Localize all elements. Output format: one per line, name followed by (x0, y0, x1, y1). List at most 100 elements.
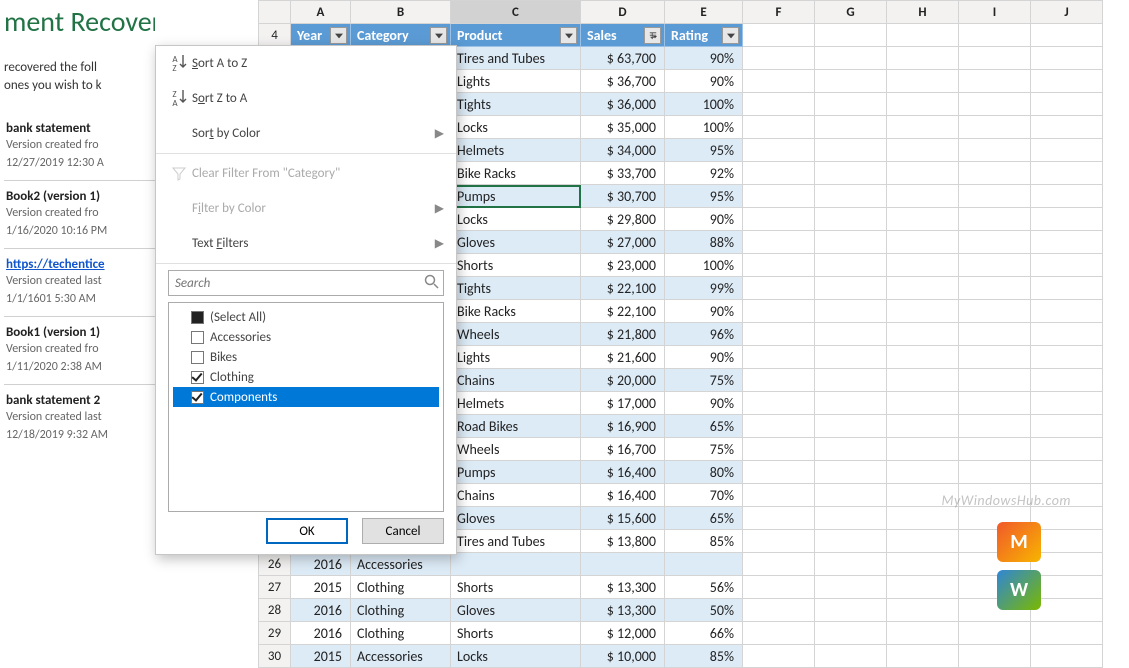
cell-category[interactable]: Clothing (351, 622, 451, 645)
cell-rating[interactable]: 65% (665, 415, 743, 438)
filter-option[interactable]: Components (173, 387, 439, 407)
sort-by-color[interactable]: Sort by Color ▶ (156, 116, 456, 151)
column-header-G[interactable]: G (815, 1, 887, 24)
cell-sales[interactable]: $ 13,300 (581, 576, 665, 599)
cell-rating[interactable]: 65% (665, 507, 743, 530)
sort-a-to-z[interactable]: AZ Sort A to Z (156, 46, 456, 81)
recovery-item[interactable]: Book2 (version 1)Version created fro1/16… (4, 180, 155, 248)
cell-sales[interactable]: $ 16,700 (581, 438, 665, 461)
column-header-J[interactable]: J (1031, 1, 1103, 24)
cell-sales[interactable]: $ 30,700 (581, 185, 665, 208)
cell-rating[interactable]: 75% (665, 438, 743, 461)
column-header-B[interactable]: B (351, 1, 451, 24)
cell-year[interactable]: 2015 (291, 576, 351, 599)
recovery-item[interactable]: bank statementVersion created fro12/27/2… (4, 113, 155, 180)
cell-product[interactable]: Wheels (451, 323, 581, 346)
cell-rating[interactable]: 99% (665, 277, 743, 300)
filter-button-rating[interactable] (722, 27, 739, 44)
filter-option[interactable]: Bikes (173, 347, 439, 367)
cell-rating[interactable]: 90% (665, 208, 743, 231)
cell-year[interactable]: 2016 (291, 622, 351, 645)
cell-rating[interactable]: 100% (665, 254, 743, 277)
cell-rating[interactable]: 88% (665, 231, 743, 254)
row-header[interactable]: 26 (259, 553, 291, 576)
cell-sales[interactable]: $ 21,600 (581, 346, 665, 369)
cell-product[interactable]: Tights (451, 277, 581, 300)
column-header-I[interactable]: I (959, 1, 1031, 24)
column-header-H[interactable]: H (887, 1, 959, 24)
cell-product[interactable]: Wheels (451, 438, 581, 461)
filter-option[interactable]: Clothing (173, 367, 439, 387)
filter-option-select-all[interactable]: (Select All) (173, 307, 439, 327)
cell-rating[interactable]: 85% (665, 530, 743, 553)
cell-product[interactable]: Pumps (451, 461, 581, 484)
recovery-item[interactable]: bank statement 2Version created last12/1… (4, 384, 155, 452)
cell-sales[interactable]: $ 20,000 (581, 369, 665, 392)
cell-sales[interactable]: $ 15,600 (581, 507, 665, 530)
cell-sales[interactable]: $ 63,700 (581, 47, 665, 70)
cell-product[interactable] (451, 553, 581, 576)
row-header[interactable]: 30 (259, 645, 291, 668)
cell-product[interactable]: Shorts (451, 254, 581, 277)
cell-product[interactable]: Helmets (451, 392, 581, 415)
column-header-C[interactable]: C (451, 1, 581, 24)
cell-rating[interactable]: 95% (665, 185, 743, 208)
cell-product[interactable]: Lights (451, 346, 581, 369)
cell-rating[interactable]: 66% (665, 622, 743, 645)
cell-rating[interactable]: 85% (665, 645, 743, 668)
cell-product[interactable]: Bike Racks (451, 162, 581, 185)
cell-sales[interactable]: $ 23,000 (581, 254, 665, 277)
cell-rating[interactable]: 90% (665, 346, 743, 369)
cell-product[interactable]: Tights (451, 93, 581, 116)
cell-sales[interactable]: $ 27,000 (581, 231, 665, 254)
cell-product[interactable]: Locks (451, 645, 581, 668)
filter-button-category[interactable] (430, 27, 447, 44)
cell-sales[interactable]: $ 33,700 (581, 162, 665, 185)
header-sales[interactable]: Sales (581, 24, 665, 47)
cell-sales[interactable]: $ 13,800 (581, 530, 665, 553)
column-header-E[interactable]: E (665, 1, 743, 24)
filter-button-product[interactable] (560, 27, 577, 44)
cell-category[interactable]: Accessories (351, 553, 451, 576)
row-header[interactable]: 27 (259, 576, 291, 599)
filter-search-input[interactable] (168, 270, 444, 296)
cell-rating[interactable]: 50% (665, 599, 743, 622)
row-header[interactable]: 28 (259, 599, 291, 622)
cell-sales[interactable]: $ 13,300 (581, 599, 665, 622)
cell-product[interactable]: Shorts (451, 622, 581, 645)
cell-product[interactable]: Pumps (451, 185, 581, 208)
filter-search-box[interactable] (168, 270, 444, 296)
cell-rating[interactable]: 92% (665, 162, 743, 185)
cell-category[interactable]: Clothing (351, 576, 451, 599)
header-year[interactable]: Year (291, 24, 351, 47)
cell-product[interactable]: Tires and Tubes (451, 530, 581, 553)
cell-product[interactable]: Gloves (451, 231, 581, 254)
filter-button-sales[interactable] (644, 27, 661, 44)
cell-rating[interactable]: 75% (665, 369, 743, 392)
cell-year[interactable]: 2016 (291, 553, 351, 576)
cell-product[interactable]: Tires and Tubes (451, 47, 581, 70)
cell-sales[interactable]: $ 35,000 (581, 116, 665, 139)
ok-button[interactable]: OK (266, 518, 348, 544)
row-header[interactable]: 29 (259, 622, 291, 645)
cell-year[interactable]: 2015 (291, 645, 351, 668)
filter-options-tree[interactable]: (Select All) AccessoriesBikesClothingCom… (168, 302, 444, 512)
cell-sales[interactable]: $ 12,000 (581, 622, 665, 645)
cell-product[interactable]: Shorts (451, 576, 581, 599)
column-header-A[interactable]: A (291, 1, 351, 24)
cell-category[interactable]: Clothing (351, 599, 451, 622)
cell-rating[interactable]: 100% (665, 116, 743, 139)
cell-rating[interactable]: 90% (665, 70, 743, 93)
cell-sales[interactable]: $ 16,400 (581, 484, 665, 507)
filter-option[interactable]: Accessories (173, 327, 439, 347)
header-category[interactable]: Category (351, 24, 451, 47)
cell-sales[interactable]: $ 21,800 (581, 323, 665, 346)
cell-sales[interactable]: $ 17,000 (581, 392, 665, 415)
cell-sales[interactable]: $ 22,100 (581, 277, 665, 300)
column-header-F[interactable]: F (743, 1, 815, 24)
cell-sales[interactable]: $ 22,100 (581, 300, 665, 323)
cell-product[interactable]: Locks (451, 208, 581, 231)
cell-rating[interactable]: 90% (665, 47, 743, 70)
cell-product[interactable]: Chains (451, 484, 581, 507)
cell-product[interactable]: Road Bikes (451, 415, 581, 438)
